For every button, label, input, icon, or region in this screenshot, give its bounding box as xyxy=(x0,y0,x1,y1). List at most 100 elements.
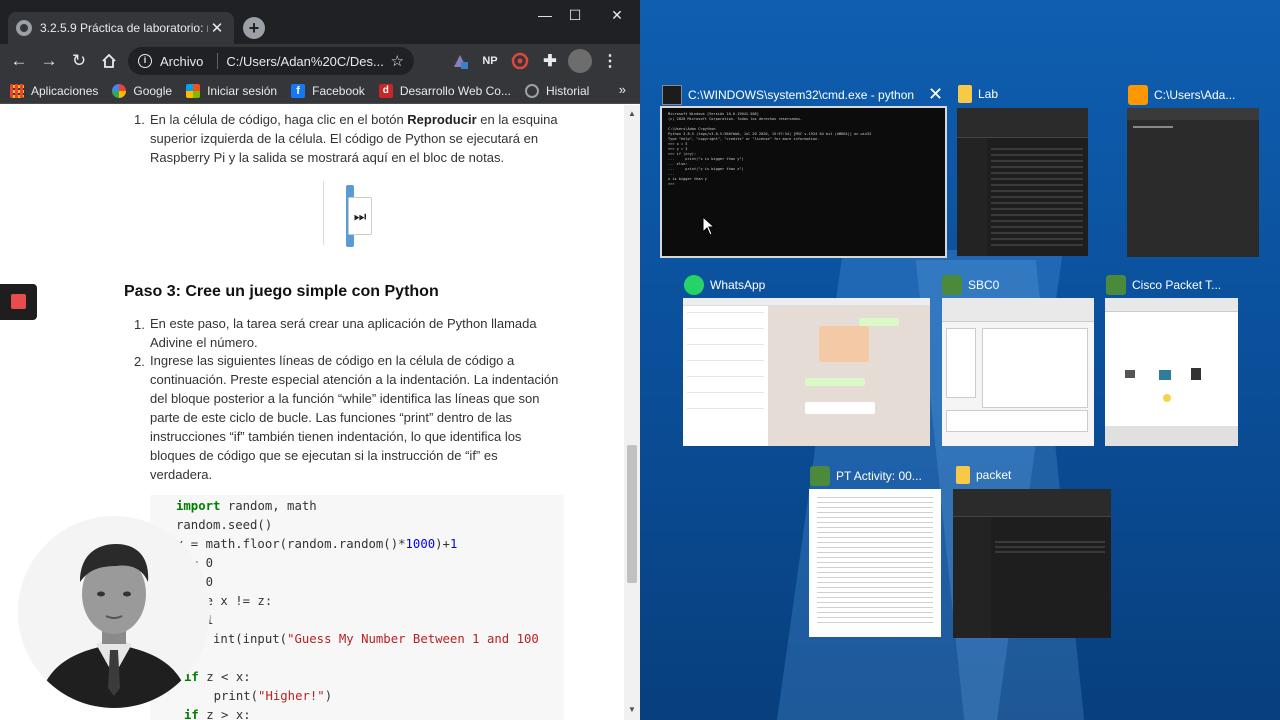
tab-favicon-icon xyxy=(16,20,32,36)
window-title-text: SBC0 xyxy=(968,278,1000,292)
window-thumb-sbc0[interactable] xyxy=(942,298,1094,446)
window-title-text: C:\WINDOWS\system32\cmd.exe - python xyxy=(688,88,915,102)
instruction-text: En este paso, la tarea será crear una ap… xyxy=(150,316,537,331)
minimize-button[interactable]: — xyxy=(528,4,562,26)
instruction-text: parte de este ciclo de bucle. Las funcio… xyxy=(150,410,513,425)
bookmark-label: Facebook xyxy=(312,83,365,98)
packet-tracer-icon xyxy=(942,275,962,295)
red-logo-icon: d xyxy=(378,83,393,98)
menu-kebab-icon[interactable]: ⋮ xyxy=(598,49,622,73)
tab-strip: 3.2.5.9 Práctica de laboratorio: re ✕ + … xyxy=(0,0,640,44)
webcam-overlay xyxy=(18,516,210,708)
address-scheme: Archivo xyxy=(160,53,204,69)
bookmark-star-icon[interactable]: ☆ xyxy=(391,52,404,70)
extensions-puzzle-icon[interactable]: ✚ xyxy=(538,49,562,73)
window-title-pt-activity[interactable]: PT Activity: 00... xyxy=(810,466,922,486)
info-icon[interactable]: i xyxy=(138,54,152,68)
bookmark-desarrollo-web[interactable]: d Desarrollo Web Co... xyxy=(378,83,511,98)
instruction-text: verdadera. xyxy=(150,467,213,482)
list-number: 1. xyxy=(134,112,145,127)
forward-icon[interactable]: → xyxy=(34,47,64,75)
window-title-whatsapp[interactable]: WhatsApp xyxy=(684,275,765,295)
cmd-output: Microsoft Windows [Versión 10.0.19041.50… xyxy=(662,108,945,191)
cmd-line: >>> xyxy=(668,182,675,186)
apps-grid-icon xyxy=(10,83,24,98)
bookmark-iniciar-sesion[interactable]: Iniciar sesión xyxy=(186,83,277,98)
new-tab-button[interactable]: + xyxy=(243,17,265,39)
tab-close-icon[interactable]: ✕ xyxy=(208,19,226,37)
window-title-packet[interactable]: packet xyxy=(956,466,1011,484)
scrollbar-thumb[interactable] xyxy=(627,445,637,583)
bookmark-facebook[interactable]: f Facebook xyxy=(291,83,365,98)
sublime-icon xyxy=(1128,85,1148,105)
office-icon xyxy=(186,83,201,98)
window-title-sbc0[interactable]: SBC0 xyxy=(942,275,999,295)
bookmark-historial[interactable]: Historial xyxy=(524,83,589,98)
window-title-text: C:\Users\Ada... xyxy=(1154,88,1236,102)
packet-tracer-icon xyxy=(810,466,830,486)
window-title-text: WhatsApp xyxy=(710,278,766,292)
close-window-button[interactable]: ✕ xyxy=(600,4,634,26)
instruction-text: En la célula de código, haga clic en el … xyxy=(150,112,558,127)
instruction-text: bloques de código que se ejecutan si la … xyxy=(150,448,498,463)
window-title-text: Lab xyxy=(978,87,999,101)
list-number: 2. xyxy=(134,354,145,369)
extension-rocket-icon[interactable] xyxy=(448,49,472,73)
window-thumb-packet[interactable] xyxy=(953,489,1111,638)
bookmark-label: Google xyxy=(133,83,173,98)
reload-icon[interactable]: ↻ xyxy=(64,47,94,75)
browser-tab[interactable]: 3.2.5.9 Práctica de laboratorio: re ✕ xyxy=(8,12,234,44)
scroll-up-icon[interactable]: ▲ xyxy=(628,109,636,118)
window-title-text: PT Activity: 00... xyxy=(836,469,922,483)
play-button-illustration: ⏭ xyxy=(323,181,375,247)
extension-np-icon[interactable]: NP xyxy=(478,49,502,73)
bookmarks-bar: Aplicaciones Google Iniciar sesión f Fac… xyxy=(0,78,640,104)
window-title-cisco[interactable]: Cisco Packet T... xyxy=(1106,275,1221,295)
instruction-text: continuación. Preste especial atención a… xyxy=(150,372,559,387)
scroll-down-icon[interactable]: ▼ xyxy=(628,705,636,714)
back-icon[interactable]: ← xyxy=(4,47,34,75)
page-scrollbar[interactable]: ▲ ▼ xyxy=(624,105,640,720)
facebook-icon: f xyxy=(291,83,306,98)
record-stop-button[interactable] xyxy=(0,284,37,320)
address-bar[interactable]: i Archivo C:/Users/Adan%20C/Des... ☆ xyxy=(128,47,414,75)
play-icon: ⏭ xyxy=(348,197,372,235)
window-thumb-pt-activity[interactable] xyxy=(809,489,941,637)
instruction-text: Ingrese las siguientes líneas de código … xyxy=(150,353,515,368)
packet-tracer-icon xyxy=(1106,275,1126,295)
window-thumb-cmd[interactable]: Microsoft Windows [Versión 10.0.19041.50… xyxy=(660,106,947,258)
address-url: C:/Users/Adan%20C/Des... xyxy=(226,53,384,69)
whatsapp-icon xyxy=(684,275,704,295)
instruction-text: instrucciones “if” también tienen indent… xyxy=(150,429,522,444)
google-icon xyxy=(112,83,127,98)
folder-icon xyxy=(958,85,972,103)
close-window-icon[interactable]: ✕ xyxy=(928,84,943,105)
window-title-lab[interactable]: Lab xyxy=(958,85,998,103)
instruction-text: Adivine el número. xyxy=(150,335,258,350)
window-title-text: Cisco Packet T... xyxy=(1132,278,1222,292)
folder-icon xyxy=(956,466,970,484)
bookmarks-overflow-button[interactable]: » xyxy=(619,82,626,97)
bookmark-aplicaciones[interactable]: Aplicaciones xyxy=(10,83,98,98)
window-thumb-sublime[interactable] xyxy=(1127,108,1259,257)
window-thumb-whatsapp[interactable] xyxy=(683,298,930,446)
window-title-cmd[interactable]: C:\WINDOWS\system32\cmd.exe - python xyxy=(662,85,914,105)
code-cell[interactable]: import random, math random.seed() x = ma… xyxy=(150,495,564,720)
bookmark-google[interactable]: Google xyxy=(112,83,173,98)
window-thumb-lab[interactable] xyxy=(957,108,1088,256)
profile-avatar[interactable] xyxy=(568,49,592,73)
cmd-icon xyxy=(662,85,682,105)
window-title-text: packet xyxy=(976,468,1012,482)
section-heading: Paso 3: Cree un juego simple con Python xyxy=(124,283,439,300)
browser-toolbar: ← → ↻ i Archivo C:/Users/Adan%20C/Des...… xyxy=(0,44,640,78)
window-title-sublime[interactable]: C:\Users\Ada... xyxy=(1128,85,1235,105)
history-icon xyxy=(524,83,539,98)
instruction-text: superior izquierda de la célula. El códi… xyxy=(150,131,539,146)
instruction-text: del bloque posterior a la función “while… xyxy=(150,391,540,406)
address-separator xyxy=(217,53,219,69)
home-icon[interactable] xyxy=(94,47,124,75)
window-thumb-cisco[interactable] xyxy=(1105,298,1238,446)
maximize-button[interactable]: ☐ xyxy=(558,4,592,26)
extension-red-icon[interactable] xyxy=(508,49,532,73)
instruction-text: Raspberry Pi y la salida se mostrará aqu… xyxy=(150,150,505,165)
